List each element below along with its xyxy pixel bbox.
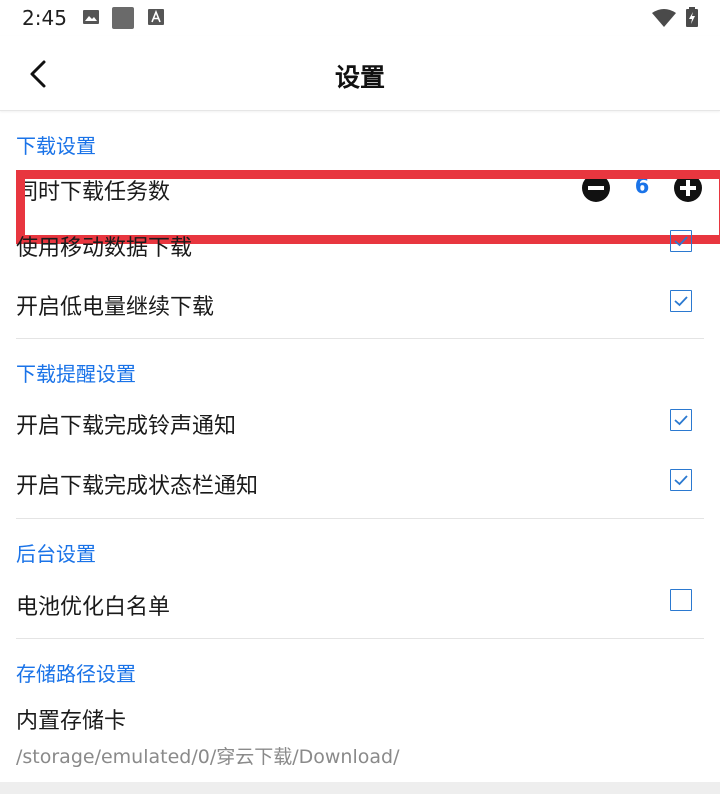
battery-charging-icon <box>686 7 698 31</box>
app-bar: 设置 <box>0 36 720 111</box>
low-battery-checkbox[interactable] <box>670 290 692 312</box>
storage-path: /storage/emulated/0/穿云下载/Download/ <box>16 746 400 768</box>
bottom-strip <box>0 782 720 794</box>
mobile-data-label: 使用移动数据下载 <box>16 236 193 261</box>
divider <box>16 638 704 639</box>
battery-whitelist-label: 电池优化白名单 <box>16 595 171 620</box>
statusbar-notify-checkbox[interactable] <box>670 469 692 491</box>
low-battery-label: 开启低电量继续下载 <box>16 295 215 320</box>
mobile-data-checkbox[interactable] <box>670 230 692 252</box>
a-icon <box>147 8 165 30</box>
ringtone-notify-label: 开启下载完成铃声通知 <box>16 414 237 439</box>
page-title: 设置 <box>334 63 385 92</box>
status-time: 2:45 <box>22 6 67 30</box>
square-icon <box>112 7 134 33</box>
section-title-background: 后台设置 <box>16 542 96 566</box>
image-icon <box>82 8 100 30</box>
wifi-icon <box>652 9 676 31</box>
internal-storage-option[interactable]: 内置存储卡 <box>16 703 126 735</box>
divider <box>16 518 704 519</box>
status-bar: 2:45 <box>0 0 720 36</box>
statusbar-notify-label: 开启下载完成状态栏通知 <box>16 474 259 499</box>
divider <box>16 338 704 339</box>
section-title-storage: 存储路径设置 <box>16 662 136 686</box>
section-title-download: 下载设置 <box>16 134 96 158</box>
check-icon <box>674 475 688 486</box>
ringtone-notify-checkbox[interactable] <box>670 409 692 431</box>
section-title-reminder: 下载提醒设置 <box>16 362 136 386</box>
check-icon <box>674 415 688 426</box>
battery-whitelist-checkbox[interactable] <box>670 589 692 611</box>
check-icon <box>674 236 688 247</box>
check-icon <box>674 296 688 307</box>
